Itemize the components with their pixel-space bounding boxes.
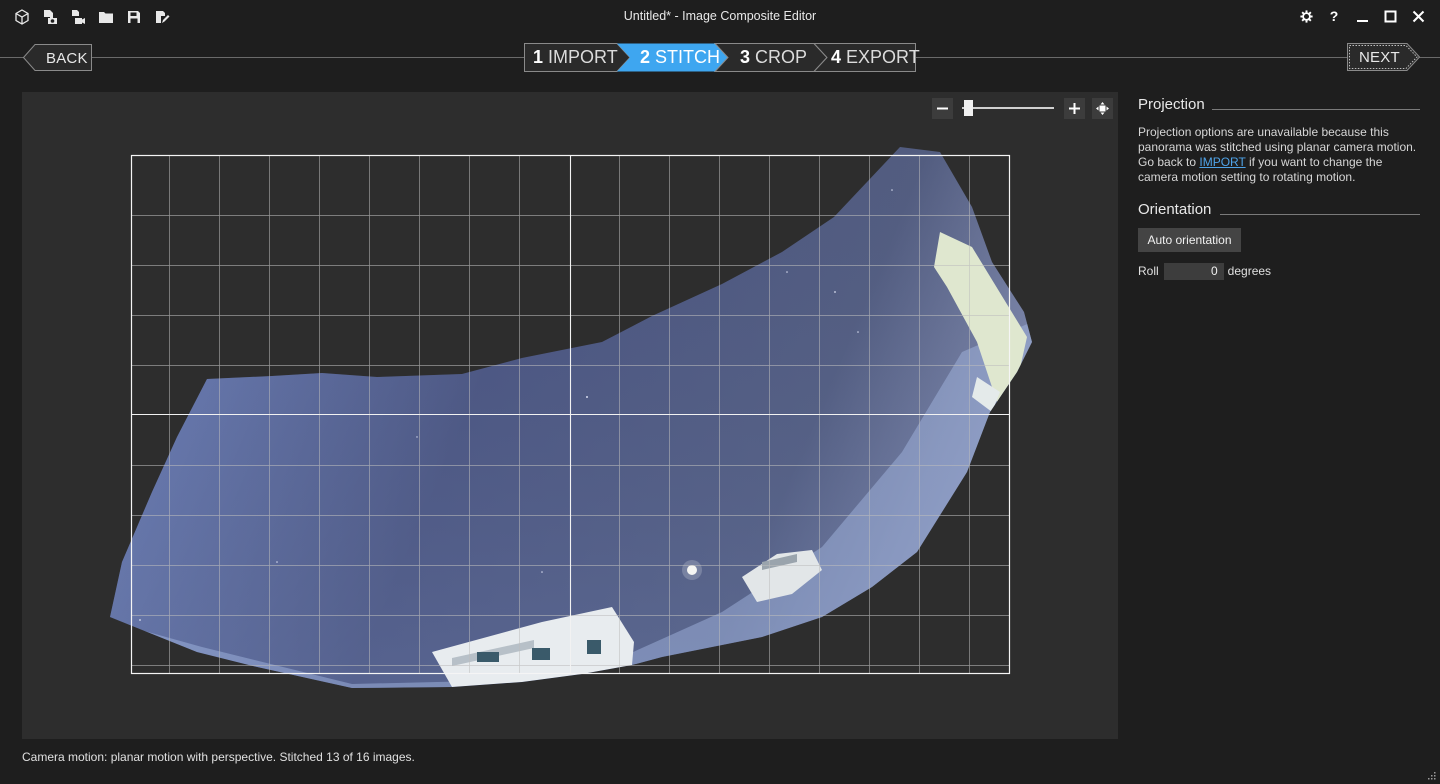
zoom-in-icon[interactable] [1064,98,1085,119]
auto-orientation-button[interactable]: Auto orientation [1138,228,1241,252]
settings-panel: Projection Projection options are unavai… [1138,96,1420,280]
roll-row: Roll 0 degrees [1138,262,1271,280]
status-bar: Camera motion: planar motion with perspe… [22,750,415,764]
projection-title: Projection [1138,96,1205,113]
next-button[interactable]: NEXT [1347,43,1420,71]
step-number: 2 [640,47,651,67]
step-label: EXPORT [846,47,920,67]
maximize-icon[interactable] [1376,5,1404,27]
settings-icon[interactable] [1292,5,1320,27]
step-number: 1 [533,47,544,67]
window-controls: ? [1292,5,1432,27]
resize-grip-icon[interactable] [1428,772,1436,780]
import-link[interactable]: IMPORT [1199,155,1245,169]
stitched-panorama [110,147,1032,688]
wizard-steps: 1 IMPORT 2 STITCH 3 CROP 4 EXPORT [524,43,920,72]
title-bar: Untitled* - Image Composite Editor ? [0,0,1440,32]
window-title: Untitled* - Image Composite Editor [623,9,817,23]
step-number: 3 [740,47,751,67]
roll-input[interactable]: 0 [1163,262,1224,280]
step-number: 4 [831,47,842,67]
zoom-slider-thumb[interactable] [964,100,974,116]
roll-unit: degrees [1227,264,1272,278]
orientation-section: Orientation [1138,201,1420,221]
projection-section: Projection [1138,96,1420,116]
fit-to-window-icon[interactable] [1092,98,1113,119]
section-divider [1212,109,1420,110]
help-icon[interactable]: ? [1320,5,1348,27]
orientation-title: Orientation [1138,201,1212,218]
step-stitch[interactable]: 2 STITCH [640,47,720,68]
section-divider [1220,214,1420,215]
zoom-out-icon[interactable] [932,98,953,119]
projection-description: Projection options are unavailable becau… [1138,125,1420,185]
minimize-icon[interactable] [1348,5,1376,27]
back-button[interactable]: BACK [23,44,92,71]
back-label: BACK [46,50,88,67]
zoom-slider-track[interactable] [962,107,1054,109]
step-export[interactable]: 4 EXPORT [831,47,920,68]
close-icon[interactable] [1404,5,1432,27]
step-label: STITCH [655,47,721,67]
step-import[interactable]: 1 IMPORT [533,47,618,68]
zoom-controls [932,98,1114,120]
step-label: IMPORT [548,47,618,67]
step-crop[interactable]: 3 CROP [740,47,807,68]
panorama-canvas[interactable] [22,92,1118,739]
step-label: CROP [755,47,808,67]
next-label: NEXT [1359,49,1400,66]
roll-label: Roll [1138,264,1159,278]
